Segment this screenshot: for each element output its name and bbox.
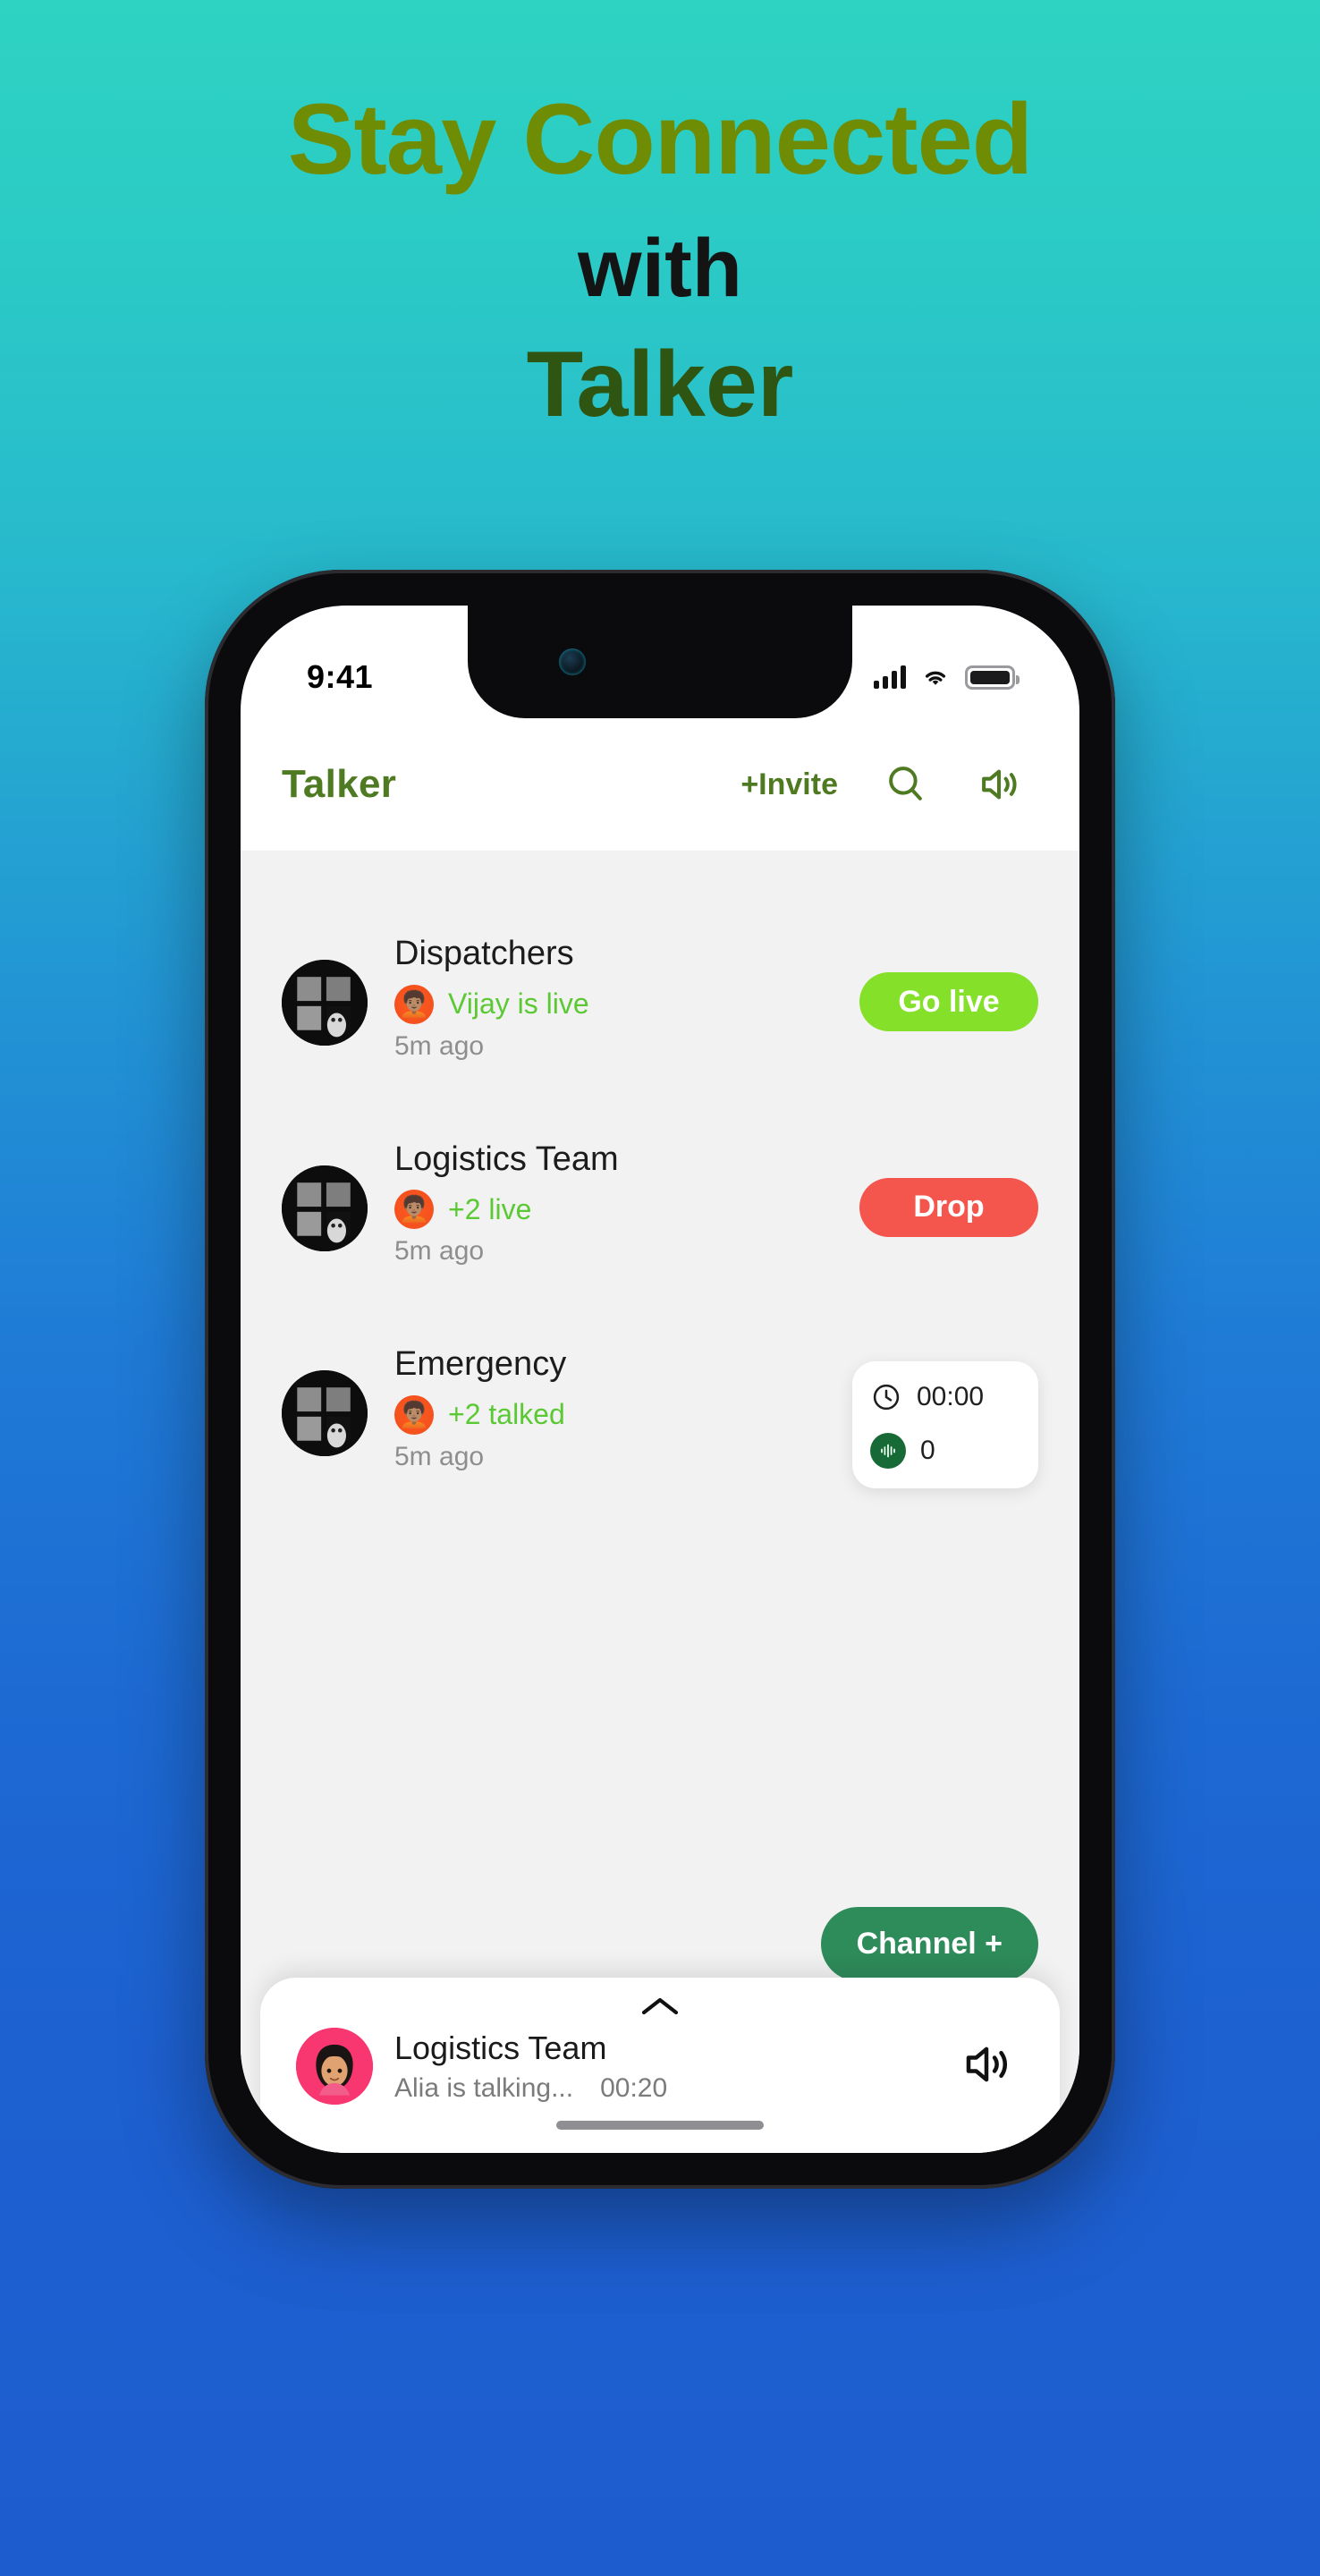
- hero-heading-block: Stay Connected with Talker: [0, 0, 1320, 436]
- channel-status-line: 🧑🏽‍🦱 +2 talked: [394, 1394, 852, 1435]
- channel-row[interactable]: Logistics Team 🧑🏽‍🦱 +2 live 5m ago Drop: [241, 1139, 1079, 1267]
- app-header: Talker +Invite: [241, 718, 1079, 851]
- app-body: Dispatchers 🧑🏽‍🦱 Vijay is live 5m ago Go…: [241, 851, 1079, 2153]
- phone-mockup: 9:41 Talker +Invite: [205, 570, 1115, 2189]
- player-avatar: [296, 2028, 373, 2105]
- channel-name: Logistics Team: [394, 1140, 619, 1178]
- channel-info: Logistics Team 🧑🏽‍🦱 +2 live 5m ago: [394, 1139, 859, 1267]
- status-bar-indicators: [874, 635, 1020, 690]
- speaker-icon: [966, 2046, 1008, 2081]
- status-bar-time: 9:41: [307, 658, 374, 695]
- channel-name: Emergency: [394, 1345, 567, 1383]
- channel-avatar: [282, 960, 368, 1046]
- talk-timer-card[interactable]: 00:00 0: [852, 1361, 1038, 1488]
- search-icon: [889, 767, 922, 801]
- phone-screen: 9:41 Talker +Invite: [241, 606, 1079, 2153]
- timer-count: 0: [920, 1436, 935, 1465]
- channel-list: Dispatchers 🧑🏽‍🦱 Vijay is live 5m ago Go…: [241, 851, 1079, 1488]
- app-brand-title: Talker: [282, 762, 397, 806]
- player-speaking-status: Alia is talking...: [394, 2072, 574, 2103]
- channel-timestamp: 5m ago: [394, 1236, 485, 1266]
- hero-line-2: with: [578, 223, 742, 314]
- timer-count-row: 0: [870, 1433, 1020, 1469]
- chevron-up-icon: [641, 1997, 679, 2015]
- battery-icon: [965, 665, 1020, 690]
- player-elapsed-time: 00:20: [600, 2072, 668, 2103]
- hero-line-3: Talker: [526, 333, 794, 436]
- channel-status-text: +2 talked: [448, 1398, 565, 1430]
- channel-info: Emergency 🧑🏽‍🦱 +2 talked 5m ago: [394, 1343, 852, 1472]
- channel-avatar: [282, 1370, 368, 1456]
- channel-info: Dispatchers 🧑🏽‍🦱 Vijay is live 5m ago: [394, 933, 859, 1062]
- hero-line-1: Stay Connected: [287, 83, 1033, 195]
- player-speaker-button[interactable]: [958, 2036, 1015, 2097]
- header-actions: +Invite: [740, 759, 1024, 809]
- player-text: Logistics Team Alia is talking... 00:20: [394, 2029, 958, 2103]
- channel-timestamp: 5m ago: [394, 1030, 485, 1061]
- waveform-icon: [870, 1433, 906, 1469]
- channel-status-text: +2 live: [448, 1192, 532, 1225]
- invite-button[interactable]: +Invite: [740, 767, 838, 802]
- clock-icon: [873, 1384, 900, 1411]
- drop-button[interactable]: Drop: [859, 1177, 1038, 1237]
- speaker-avatar-icon: 🧑🏽‍🦱: [394, 984, 434, 1024]
- search-button[interactable]: [881, 759, 931, 809]
- speaker-icon: [982, 769, 1017, 800]
- expand-player-button[interactable]: [260, 1978, 1060, 2024]
- speaker-avatar-icon: 🧑🏽‍🦱: [394, 1190, 434, 1229]
- add-channel-button[interactable]: Channel +: [820, 1907, 1038, 1981]
- status-bar: 9:41: [241, 606, 1079, 718]
- speaker-avatar-icon: 🧑🏽‍🦱: [394, 1394, 434, 1435]
- channel-avatar: [282, 1165, 368, 1251]
- channel-timestamp: 5m ago: [394, 1441, 485, 1471]
- player-content: Logistics Team Alia is talking... 00:20: [260, 2024, 1060, 2105]
- home-indicator: [556, 2121, 764, 2130]
- go-live-button[interactable]: Go live: [859, 972, 1038, 1031]
- speaker-button[interactable]: [974, 759, 1024, 809]
- channel-row[interactable]: Emergency 🧑🏽‍🦱 +2 talked 5m ago: [241, 1343, 1079, 1488]
- channel-status-text: Vijay is live: [448, 987, 589, 1020]
- timer-duration: 00:00: [917, 1382, 985, 1411]
- player-status-line: Alia is talking... 00:20: [394, 2073, 958, 2104]
- timer-duration-row: 00:00: [870, 1381, 1020, 1413]
- cellular-signal-icon: [874, 665, 906, 689]
- channel-name: Dispatchers: [394, 935, 574, 972]
- channel-row[interactable]: Dispatchers 🧑🏽‍🦱 Vijay is live 5m ago Go…: [241, 933, 1079, 1062]
- player-channel-name: Logistics Team: [394, 2029, 607, 2067]
- channel-status-line: 🧑🏽‍🦱 +2 live: [394, 1190, 859, 1229]
- channel-status-line: 🧑🏽‍🦱 Vijay is live: [394, 984, 859, 1024]
- wifi-icon: [925, 671, 946, 685]
